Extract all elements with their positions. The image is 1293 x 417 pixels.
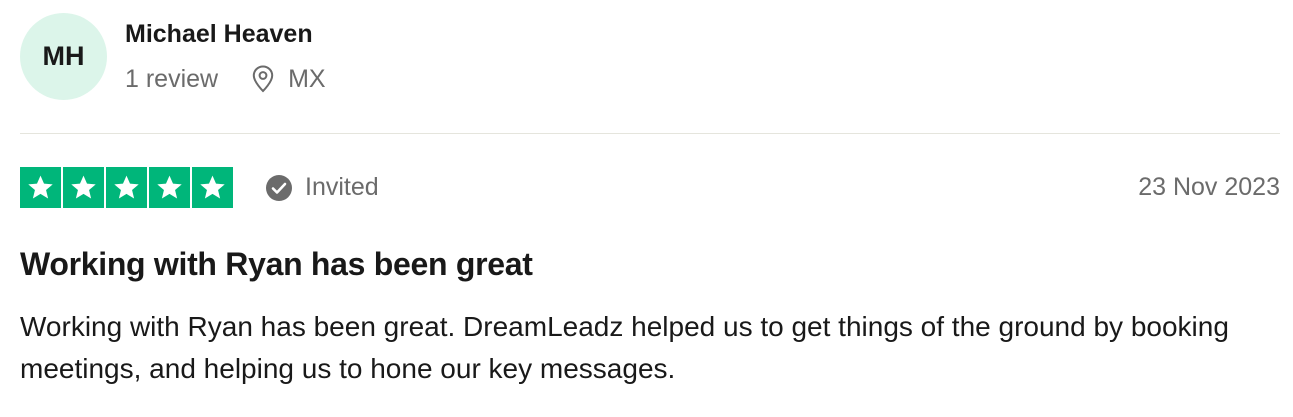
rating-left: Invited bbox=[20, 167, 379, 208]
star-icon bbox=[106, 167, 147, 208]
consumer-header: MH Michael Heaven 1 review MX bbox=[20, 13, 1280, 133]
star-icon bbox=[63, 167, 104, 208]
invited-label: Invited bbox=[305, 173, 379, 201]
location-pin-icon bbox=[252, 65, 274, 93]
consumer-name[interactable]: Michael Heaven bbox=[125, 19, 326, 49]
star-icon bbox=[149, 167, 190, 208]
star-icon bbox=[20, 167, 61, 208]
divider bbox=[20, 133, 1280, 134]
review-title[interactable]: Working with Ryan has been great bbox=[20, 244, 1280, 284]
consumer-meta: 1 review MX bbox=[125, 64, 326, 94]
avatar[interactable]: MH bbox=[20, 13, 107, 100]
consumer-info: Michael Heaven 1 review MX bbox=[125, 13, 326, 94]
star-icon bbox=[192, 167, 233, 208]
invited-badge[interactable]: Invited bbox=[265, 173, 379, 202]
star-rating bbox=[20, 167, 233, 208]
rating-row: Invited 23 Nov 2023 bbox=[20, 167, 1280, 208]
review-card: MH Michael Heaven 1 review MX Invited 23… bbox=[20, 13, 1280, 390]
review-count: 1 review bbox=[125, 65, 219, 93]
consumer-location: MX bbox=[288, 65, 326, 93]
review-date: 23 Nov 2023 bbox=[1138, 173, 1280, 201]
review-text: Working with Ryan has been great. DreamL… bbox=[20, 311, 1229, 384]
check-circle-icon bbox=[265, 174, 293, 202]
